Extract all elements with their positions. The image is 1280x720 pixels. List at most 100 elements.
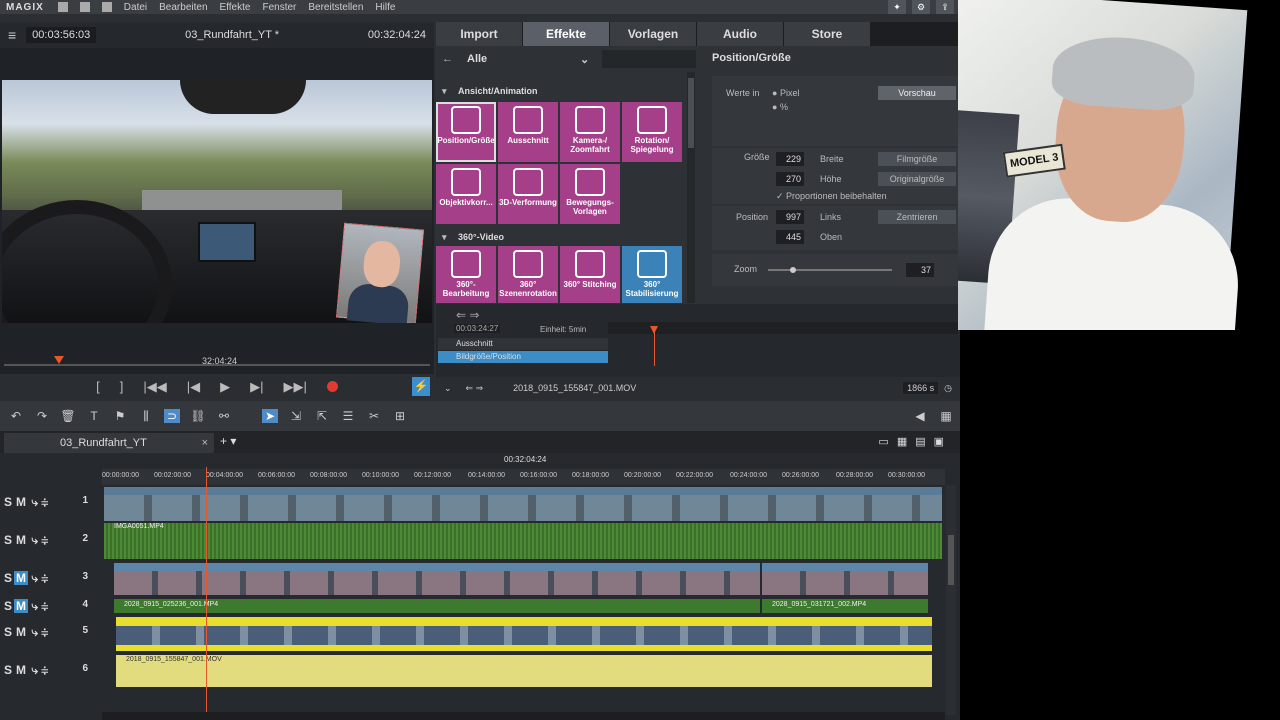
title-icon[interactable]: T [86, 409, 102, 423]
jump-start-button[interactable]: |◀◀ [143, 379, 166, 395]
view-mode-icons[interactable]: ▭▦▤▣ [878, 435, 952, 448]
tile-kamera-zoomfahrt[interactable]: Kamera-/ Zoomfahrt [560, 102, 620, 162]
insert-icon[interactable]: ⊞ [392, 409, 408, 423]
tile-360-stitching[interactable]: 360° Stitching [560, 246, 620, 303]
scissors-icon[interactable]: ✂ [366, 409, 382, 423]
save-icon[interactable] [101, 2, 112, 12]
breite-input[interactable]: 229 [776, 152, 804, 166]
redo-icon[interactable]: ↷ [34, 409, 50, 423]
mute-button[interactable]: M [14, 663, 28, 677]
back-arrow-icon[interactable]: ← [442, 53, 453, 65]
unlink-icon[interactable]: ⚯ [216, 409, 232, 423]
timeline-playhead[interactable] [206, 467, 207, 720]
tile-ausschnitt[interactable]: Ausschnitt [498, 102, 558, 162]
menu-datei[interactable]: Datei [118, 2, 153, 13]
clip-track-2[interactable]: IMGA0051.MP4 [104, 523, 942, 559]
scroll-thumb[interactable] [948, 535, 954, 585]
solo-button[interactable]: S [2, 599, 14, 613]
timeline-vertical-scrollbar[interactable] [946, 485, 956, 715]
originalgroesse-button[interactable]: Originalgröße [878, 172, 956, 186]
clip-track-4b[interactable]: 2028_0915_031721_002.MP4 [762, 599, 928, 613]
settings-icon[interactable]: ⚙ [912, 0, 930, 14]
links-input[interactable]: 997 [776, 210, 804, 224]
loop-icon[interactable]: ⊃ [164, 409, 180, 423]
prev-marker-button[interactable]: |◀ [187, 379, 200, 395]
jump-end-button[interactable]: ▶▶| [284, 379, 307, 395]
mute-button[interactable]: M [14, 571, 29, 585]
mark-out-button[interactable]: ] [120, 379, 124, 394]
scrub-marker[interactable] [54, 356, 64, 364]
link-icon[interactable]: ⛓ [190, 409, 206, 423]
category-360-video[interactable]: 360°-Video [436, 228, 684, 246]
menu-effekte[interactable]: Effekte [214, 2, 257, 13]
split-icon[interactable]: ⫼ [138, 409, 154, 424]
clock-icon[interactable]: ◷ [944, 383, 952, 394]
tile-3d-verformung[interactable]: 3D-Verformung [498, 164, 558, 224]
new-file-icon[interactable] [57, 2, 68, 12]
tile-360-bearbeitung[interactable]: 360°- Bearbeitung [436, 246, 496, 303]
filmgroesse-button[interactable]: Filmgröße [878, 152, 956, 166]
menu-hilfe[interactable]: Hilfe [369, 2, 401, 13]
mute-button[interactable]: M [14, 495, 28, 509]
hamburger-menu-icon[interactable]: ≡ [8, 27, 16, 43]
keyframe-row-bildgroesse[interactable]: Bildgröße/Position [438, 351, 608, 363]
undo-icon[interactable]: ↶ [8, 409, 24, 423]
mixer-icon[interactable]: ▦ [938, 409, 954, 423]
close-icon[interactable]: × [202, 433, 208, 453]
tab-vorlagen[interactable]: Vorlagen [610, 22, 696, 46]
mute-button[interactable]: M [14, 533, 28, 547]
select-mode-icon[interactable]: ⇲ [288, 409, 304, 423]
open-folder-icon[interactable] [79, 2, 90, 12]
menu-bereitstellen[interactable]: Bereitstellen [302, 2, 369, 13]
tab-effekte[interactable]: Effekte [523, 22, 609, 46]
category-filter[interactable]: Alle [467, 53, 487, 65]
wand-icon[interactable]: ✦ [888, 0, 906, 14]
timeline-horizontal-scrollbar[interactable] [102, 712, 945, 720]
timeline-ruler[interactable]: 00:00:00:00 00:02:00:00 00:04:00:00 00:0… [102, 469, 945, 485]
record-icon[interactable] [326, 381, 338, 392]
effect-search-input[interactable] [602, 50, 696, 68]
radio-percent[interactable]: ● % [772, 102, 788, 112]
tile-objektivkorrektur[interactable]: Objektivkorr... [436, 164, 496, 224]
tile-bewegungs-vorlagen[interactable]: Bewegungs- Vorlagen [560, 164, 620, 224]
clip-track-1[interactable]: IMGA0051.MP4 [104, 487, 942, 521]
tile-360-szenenrotation[interactable]: 360° Szenenrotation [498, 246, 558, 303]
add-tab-icon[interactable]: + ▾ [220, 434, 236, 448]
tab-import[interactable]: Import [436, 22, 522, 46]
collapse-icon[interactable]: ⌄ [444, 383, 452, 394]
solo-button[interactable]: S [2, 571, 14, 585]
volume-icon[interactable]: ◀ [912, 409, 928, 423]
effects-scrollbar[interactable] [687, 72, 695, 303]
hoehe-input[interactable]: 270 [776, 172, 804, 186]
mute-button[interactable]: M [14, 625, 28, 639]
next-marker-button[interactable]: ▶| [250, 379, 263, 395]
zoom-input[interactable]: 37 [906, 263, 934, 277]
mute-button[interactable]: M [14, 599, 29, 613]
clip-track-3b[interactable]: 2028_0915_031721_002.MP4 X-Pos. [762, 563, 928, 595]
picture-in-picture-overlay[interactable] [336, 222, 424, 323]
tile-rotation-spiegelung[interactable]: Rotation/ Spiegelung [622, 102, 682, 162]
tile-360-stabilisierung[interactable]: 360° Stabilisierung [622, 246, 682, 303]
vorschau-button[interactable]: Vorschau [878, 86, 956, 100]
radio-pixel[interactable]: ● Pixel [772, 88, 799, 98]
clip-track-4a[interactable]: 2028_0915_025236_001.MP4 [114, 599, 760, 613]
pointer-icon[interactable]: ➤ [262, 409, 278, 423]
menu-bearbeiten[interactable]: Bearbeiten [153, 2, 213, 13]
clip-track-5[interactable]: 2018_0915_155847_001.MOV X-Pos. Y-Pos. B… [116, 617, 932, 651]
keyframe-nav-icon[interactable]: ⇐ ⇒ [456, 308, 479, 322]
arrows-icon[interactable]: ⇐ ⇒ [466, 383, 484, 394]
trim-mode-icon[interactable]: ⇱ [314, 409, 330, 423]
project-tab[interactable]: 03_Rundfahrt_YT × [4, 433, 214, 453]
mark-in-button[interactable]: [ [96, 379, 100, 394]
menu-fenster[interactable]: Fenster [256, 2, 302, 13]
scrub-bar[interactable]: 32:04:24 [0, 352, 434, 368]
tab-store[interactable]: Store [784, 22, 870, 46]
oben-input[interactable]: 445 [776, 230, 804, 244]
tab-audio[interactable]: Audio [697, 22, 783, 46]
category-ansicht-animation[interactable]: Ansicht/Animation [436, 82, 684, 100]
video-frame[interactable] [2, 80, 432, 323]
scroll-thumb[interactable] [688, 78, 694, 148]
keyframe-row-ausschnitt[interactable]: Ausschnitt [438, 338, 608, 350]
solo-button[interactable]: S [2, 625, 14, 639]
solo-button[interactable]: S [2, 495, 14, 509]
